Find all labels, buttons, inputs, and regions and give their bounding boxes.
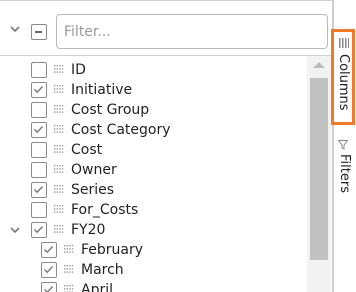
column-tool-panel: ID Initiative Cost Group Cost Category Cost O… [0,0,333,292]
column-label: ID [71,62,86,78]
select-all-checkbox[interactable] [31,24,47,40]
grip-icon[interactable] [54,105,64,114]
panel-top-border [0,0,333,1]
column-label: For_Costs [71,202,139,218]
column-row[interactable]: ID [0,60,315,80]
filter-input[interactable] [56,14,328,49]
column-label: FY20 [71,222,106,238]
column-row[interactable]: March [0,260,315,280]
column-checkbox[interactable] [31,162,47,178]
column-checkbox[interactable] [31,102,47,118]
chevron-down-icon[interactable] [8,22,22,36]
column-checkbox[interactable] [31,222,47,238]
column-checkbox[interactable] [31,122,47,138]
column-checkbox[interactable] [41,262,57,278]
grip-icon[interactable] [54,165,64,174]
column-label: February [81,242,144,258]
grip-icon[interactable] [64,265,74,274]
panel-header [0,8,332,54]
column-row[interactable]: Initiative [0,80,315,100]
side-bar: Columns Filters [331,0,356,292]
check-icon [44,266,54,274]
grip-icon[interactable] [64,245,74,254]
filters-tab-label: Filters [337,154,352,193]
column-checkbox[interactable] [41,242,57,258]
column-label: Cost [71,142,103,158]
grip-icon[interactable] [54,85,64,94]
check-icon [34,186,44,194]
scroll-up-arrow-icon[interactable] [313,62,325,68]
check-icon [34,226,44,234]
filters-tab[interactable]: Filters [333,134,356,198]
vertical-scrollbar[interactable] [307,56,331,292]
grip-icon[interactable] [54,205,64,214]
grip-icon[interactable] [54,65,64,74]
column-label: Cost Category [71,122,171,138]
grip-icon[interactable] [54,225,64,234]
column-label: March [81,262,124,278]
check-icon [34,86,44,94]
column-label: Cost Group [71,102,150,118]
scroll-thumb[interactable] [310,78,328,260]
column-checkbox[interactable] [31,62,47,78]
column-checkbox[interactable] [31,202,47,218]
column-row[interactable]: February [0,240,315,260]
column-checkbox[interactable] [31,82,47,98]
columns-icon [339,38,349,48]
check-icon [44,246,54,254]
column-label: April [81,282,113,292]
column-row[interactable]: For_Costs [0,200,315,220]
column-checkbox[interactable] [31,142,47,158]
column-checkbox[interactable] [31,182,47,198]
grip-icon[interactable] [54,125,64,134]
grip-icon[interactable] [54,185,64,194]
column-list: ID Initiative Cost Group Cost Category Cost O… [0,56,315,292]
chevron-down-icon[interactable] [8,223,22,237]
filter-icon [338,140,348,150]
column-label: Initiative [71,82,133,98]
check-icon [34,126,44,134]
column-group-row[interactable]: FY20 [0,220,315,240]
columns-tab[interactable]: Columns [331,29,355,125]
column-row[interactable]: Owner [0,160,315,180]
grip-icon[interactable] [54,145,64,154]
column-checkbox[interactable] [41,282,57,292]
column-row[interactable]: Cost [0,140,315,160]
column-label: Series [71,182,115,198]
column-label: Owner [71,162,117,178]
columns-tab-label: Columns [336,54,351,111]
column-row[interactable]: Cost Group [0,100,315,120]
grip-icon[interactable] [64,285,74,292]
column-row[interactable]: Series [0,180,315,200]
check-icon [44,286,54,292]
column-row[interactable]: Cost Category [0,120,315,140]
column-row[interactable]: April [0,280,315,292]
